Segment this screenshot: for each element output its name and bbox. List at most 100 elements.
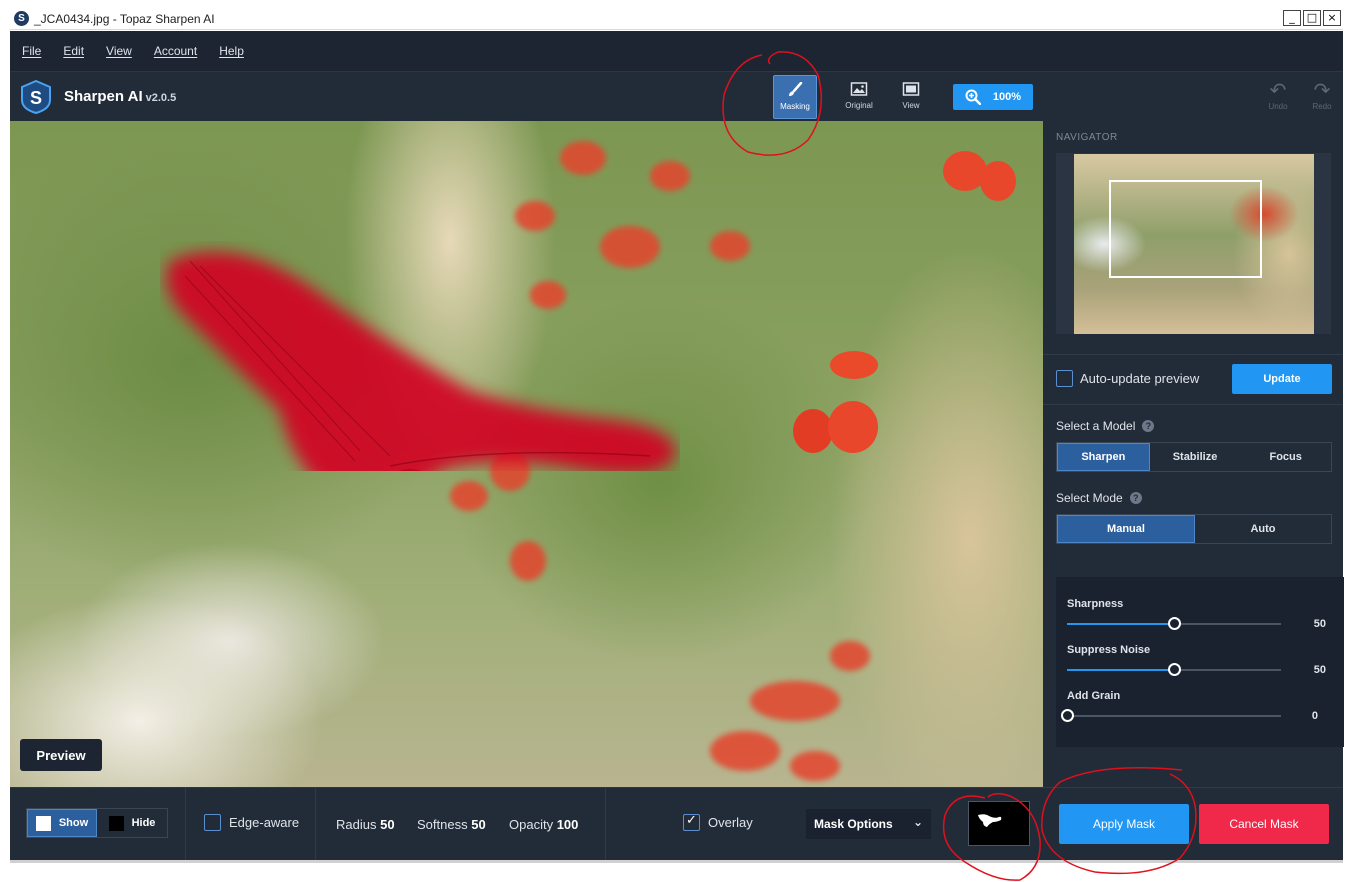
close-button[interactable]: × [1323,10,1341,26]
model-stabilize[interactable]: Stabilize [1150,443,1241,471]
mask-options-label: Mask Options [814,817,893,831]
poppy-blur [790,751,840,781]
toolbar: S Sharpen AI v2.0.5 Masking Original Vie… [10,71,1343,121]
update-button[interactable]: Update [1232,364,1332,394]
model-sharpen[interactable]: Sharpen [1057,443,1150,471]
separator [185,788,186,861]
show-mask-button[interactable]: Show [27,809,97,837]
opacity-value: 100 [556,817,579,832]
masking-button[interactable]: Masking [773,75,817,119]
undo-icon: ↶ [1269,80,1287,102]
brand-name: Sharpen AI [64,88,143,105]
edge-aware-row: Edge-aware [204,814,299,831]
right-panel: NAVIGATOR Auto-update preview Update Sel… [1043,121,1344,860]
menu-view[interactable]: View [106,44,132,58]
suppress-noise-fill [1067,669,1174,671]
image-canvas[interactable]: Preview [10,121,1043,787]
maximize-button[interactable]: □ [1303,10,1321,26]
add-grain-knob[interactable] [1061,709,1074,722]
zoom-button[interactable]: 100% [953,84,1033,110]
help-icon[interactable]: ? [1129,492,1142,504]
image-icon [850,82,868,96]
sharpness-slider[interactable] [1067,617,1281,630]
select-model-label: Select a Model [1056,419,1136,433]
suppress-noise-slider[interactable] [1067,663,1281,676]
brand-version: v2.0.5 [145,92,177,104]
navigator-title: NAVIGATOR [1056,132,1118,143]
hide-mask-button[interactable]: Hide [97,809,167,837]
sharpness-knob[interactable] [1168,617,1181,630]
radius-control[interactable]: Radius 50 [336,817,395,832]
poppy-blur [650,161,690,191]
divider [1043,404,1343,405]
overlay-checkbox[interactable] [683,813,700,831]
white-swatch-icon [35,815,51,831]
apply-mask-button[interactable]: Apply Mask [1059,804,1189,844]
softness-control[interactable]: Softness 50 [417,817,486,832]
undo-button[interactable]: ↶ Undo [1263,80,1293,111]
poppy-blur [710,231,750,261]
poppy-flower [830,351,878,379]
redo-icon: ↷ [1313,80,1331,102]
softness-value: 50 [471,817,486,832]
cancel-mask-button[interactable]: Cancel Mask [1199,804,1329,844]
separator [315,788,316,861]
sharpness-fill [1067,623,1174,625]
help-icon[interactable]: ? [1142,420,1155,432]
window-controls: _ □ × [1283,10,1341,26]
auto-update-label: Auto-update preview [1080,371,1200,386]
menu-file[interactable]: File [22,44,41,58]
sharpness-value: 50 [1313,618,1326,630]
radius-value: 50 [380,817,395,832]
black-swatch-icon [108,815,124,831]
menu-help[interactable]: Help [219,44,244,58]
view-button[interactable]: View [889,75,933,119]
original-label: Original [845,101,873,110]
app-window: S _JCA0434.jpg - Topaz Sharpen AI _ □ × … [0,0,1353,882]
brush-icon [789,82,803,96]
show-label: Show [58,817,89,829]
original-button[interactable]: Original [837,75,881,119]
mask-shape [978,814,1002,827]
select-mode-label: Select Mode [1056,491,1123,505]
mode-selector: Manual Auto [1056,514,1332,544]
view-mode-icon [902,82,920,96]
mode-auto[interactable]: Auto [1195,515,1331,543]
minimize-button[interactable]: _ [1283,10,1301,26]
opacity-label: Opacity [509,817,554,832]
menu-account[interactable]: Account [154,44,197,58]
poppy-flower [828,401,878,453]
navigator-viewport-rect[interactable] [1109,180,1262,278]
mask-toolbar: Show Hide Edge-aware Radius 50 Softness … [10,787,1043,861]
app-logo-icon: S [14,11,29,26]
hide-label: Hide [131,817,156,829]
menu-edit[interactable]: Edit [63,44,84,58]
edge-aware-checkbox[interactable] [204,814,221,831]
select-model-row: Select a Model ? [1056,419,1155,433]
add-grain-slider[interactable] [1061,709,1281,722]
poppy-blur [750,681,840,721]
model-focus[interactable]: Focus [1240,443,1331,471]
radius-label: Radius [336,817,377,832]
menu-bar: File Edit View Account Help [10,31,1343,71]
suppress-noise-value: 50 [1313,664,1326,676]
suppress-noise-knob[interactable] [1168,663,1181,676]
mask-options-dropdown[interactable]: Mask Options ⌄ [806,809,931,839]
add-grain-value: 0 [1311,710,1318,722]
auto-update-checkbox[interactable] [1056,370,1073,387]
window-bottom-edge [10,860,1343,863]
redo-label: Redo [1312,102,1332,111]
add-grain-label: Add Grain [1067,690,1121,702]
poppy-blur [710,731,780,771]
separator [605,788,606,861]
mode-manual[interactable]: Manual [1057,515,1195,543]
slider-panel: Sharpness 50 Suppress Noise 50 Add Grain… [1056,577,1344,747]
undo-label: Undo [1268,102,1288,111]
window-titlebar: S _JCA0434.jpg - Topaz Sharpen AI _ □ × [10,8,1343,30]
mask-preview-thumbnail[interactable] [968,801,1030,846]
navigator-thumbnail[interactable] [1074,154,1314,334]
redo-button[interactable]: ↷ Redo [1307,80,1337,111]
overlay-row: Overlay [683,813,753,831]
preview-button[interactable]: Preview [20,739,102,771]
opacity-control[interactable]: Opacity 100 [509,817,578,832]
